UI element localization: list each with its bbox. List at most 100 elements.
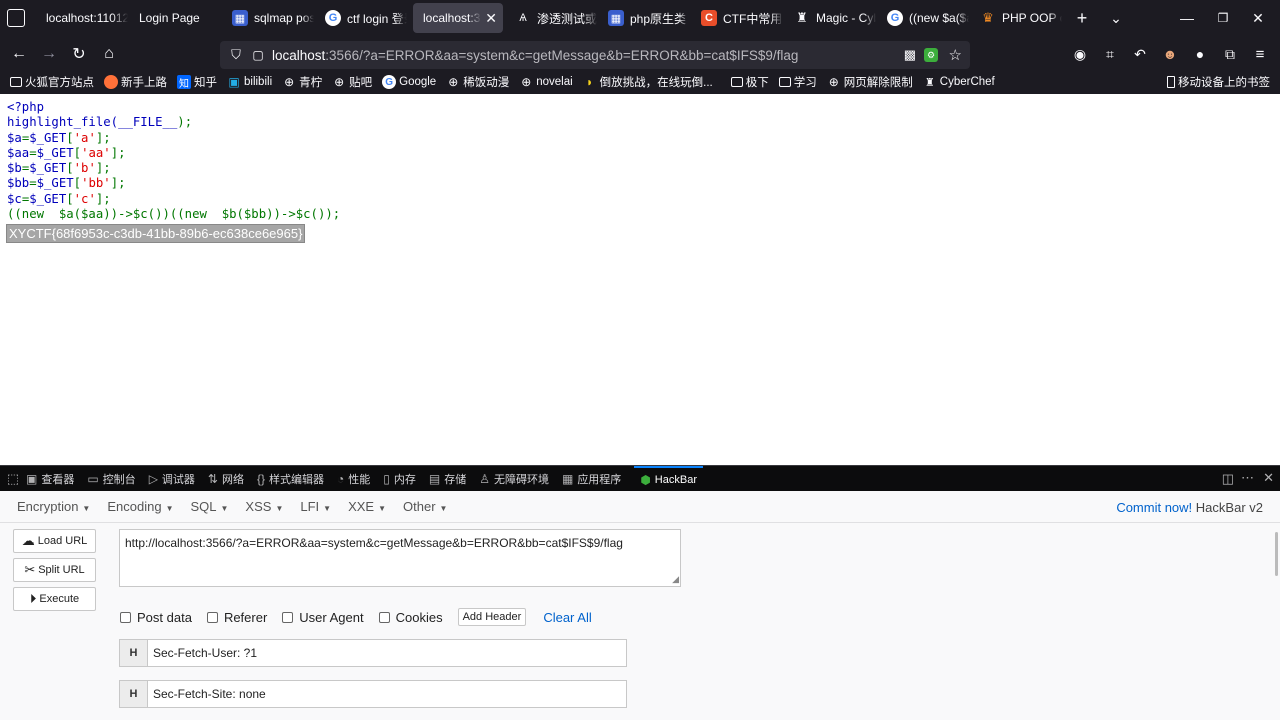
folder-icon	[10, 77, 22, 87]
qr-code-icon[interactable]: ▩	[904, 47, 916, 63]
header-row[interactable]: H Sec-Fetch-User: ?1	[119, 639, 627, 667]
new-tab-icon[interactable]: +	[1070, 6, 1094, 30]
account-icon[interactable]: ◉	[1068, 42, 1092, 66]
bookmark-xifan[interactable]: ⊕ 稀饭动漫	[446, 74, 509, 90]
page-info-icon[interactable]: ▢	[248, 48, 268, 62]
user-agent-checkbox[interactable]: User Agent	[282, 610, 364, 625]
tab-label: 渗透测试或者	[537, 11, 597, 26]
bookmark-google[interactable]: G Google	[382, 75, 436, 89]
url-textarea-value: http://localhost:3566/?a=ERROR&aa=system…	[125, 536, 623, 550]
element-picker-icon[interactable]: ⬚	[0, 471, 26, 487]
extensions-puzzle-icon[interactable]: ⧉	[1218, 42, 1242, 66]
menu-encryption[interactable]: Encryption ▼	[17, 499, 90, 514]
forward-arrow-icon[interactable]: →	[37, 42, 61, 66]
extension-avatar-icon[interactable]: ☻	[1158, 42, 1182, 66]
menu-lfi[interactable]: LFI ▼	[300, 499, 331, 514]
resize-handle-icon[interactable]: ◢	[672, 574, 679, 585]
add-header-button[interactable]: Add Header	[457, 608, 527, 626]
menu-sql[interactable]: SQL ▼	[190, 499, 228, 514]
tab-ctf-login[interactable]: G ctf login 登录	[315, 3, 407, 33]
tab-login-page[interactable]: Login Page	[129, 3, 221, 33]
address-bar[interactable]: ⛉ ▢ localhost:3566/?a=ERROR&aa=system&c=…	[220, 41, 970, 69]
dock-side-icon[interactable]: ◫	[1222, 471, 1234, 487]
tab-overflow-chevron-icon[interactable]: ⌄	[1104, 6, 1128, 30]
devtools-tab-console[interactable]: ▭ 控制台	[87, 471, 135, 487]
tab-list-icon[interactable]	[7, 9, 25, 27]
bookmark-jixia[interactable]: 极下	[730, 74, 769, 90]
devtools-tab-inspector[interactable]: ▣ 查看器	[26, 471, 74, 487]
devtools-tab-debugger[interactable]: ▷ 调试器	[149, 471, 195, 487]
more-options-icon[interactable]: ⋯	[1241, 470, 1254, 486]
hackbar-panel: Encryption ▼ Encoding ▼ SQL ▼ XSS ▼ LFI ▼ XXE…	[0, 491, 1280, 720]
extension-circle-icon[interactable]: ●	[1188, 42, 1212, 66]
screenshot-crop-icon[interactable]: ⌗	[1098, 42, 1122, 66]
play-circle-icon: ⏵	[29, 591, 37, 606]
post-data-checkbox[interactable]: Post data	[120, 610, 192, 625]
bookmark-mobile[interactable]: 移动设备上的书签	[1167, 74, 1270, 90]
header-row[interactable]: H Sec-Fetch-Site: none	[119, 680, 627, 708]
undo-arrow-icon[interactable]: ↶	[1128, 42, 1152, 66]
cookies-checkbox[interactable]: Cookies	[378, 610, 443, 625]
caret-down-icon: ▼	[220, 504, 229, 513]
bookmark-bilibili[interactable]: ▣ bilibili	[227, 75, 272, 89]
devtools-tab-style-editor[interactable]: {} 样式编辑器	[257, 471, 324, 487]
referer-checkbox[interactable]: Referer	[206, 610, 267, 625]
reload-icon[interactable]: ↻	[67, 42, 91, 66]
devtools-tab-hackbar[interactable]: ⬢ HackBar	[634, 465, 703, 492]
menu-xss[interactable]: XSS ▼	[245, 499, 283, 514]
bookmark-getting-started[interactable]: 新手上路	[104, 74, 167, 90]
execute-button[interactable]: ⏵ Execute	[13, 587, 96, 611]
devtools-tab-application[interactable]: ▦ 应用程序	[562, 471, 621, 487]
bookmark-star-icon[interactable]: ☆	[949, 46, 962, 64]
tab-localhost-3566[interactable]: localhost:3566 ✕	[413, 3, 503, 33]
url-textarea[interactable]: http://localhost:3566/?a=ERROR&aa=system…	[119, 529, 681, 587]
bookmark-novelai[interactable]: ⊕ novelai	[519, 75, 572, 89]
tab-localhost-11012[interactable]: localhost:11012	[36, 3, 128, 33]
caret-down-icon: ▼	[378, 504, 387, 513]
bookmark-tieba[interactable]: ⊕ 贴吧	[332, 74, 372, 90]
tab-ctf-common[interactable]: C CTF中常用的	[691, 3, 783, 33]
bookmark-firefox-site[interactable]: 火狐官方站点	[10, 74, 94, 90]
load-url-button[interactable]: ☁ Load URL	[13, 529, 96, 553]
devtools-tab-network[interactable]: ⇅ 网络	[208, 471, 244, 487]
menu-xxe[interactable]: XXE ▼	[348, 499, 386, 514]
restore-icon[interactable]: ❐	[1211, 6, 1235, 30]
bookmark-zhihu[interactable]: 知知乎	[177, 74, 217, 90]
back-arrow-icon[interactable]: ←	[7, 42, 31, 66]
tab-php-oop[interactable]: ♛ PHP OOP cl	[970, 3, 1062, 33]
bookmark-cyberchef[interactable]: ♜ CyberChef	[923, 75, 995, 89]
menu-other[interactable]: Other ▼	[403, 499, 447, 514]
extension-badge-icon[interactable]: ⚙	[924, 48, 938, 62]
close-window-icon[interactable]: ✕	[1246, 6, 1270, 30]
code-line: <?php	[7, 100, 45, 114]
shield-icon[interactable]: ⛉	[224, 47, 248, 63]
tab-new-a[interactable]: G ((new $a($a	[877, 3, 969, 33]
tab-sqlmap[interactable]: ▦ sqlmap post	[222, 3, 314, 33]
commit-now-link[interactable]: Commit now!	[1116, 500, 1192, 515]
tab-cyberchef[interactable]: ♜ Magic - Cyb	[784, 3, 876, 33]
hackbar-scrollbar[interactable]	[1275, 532, 1278, 576]
clear-all-link[interactable]: Clear All	[543, 610, 591, 625]
split-url-button[interactable]: ✂ Split URL	[13, 558, 96, 582]
bookmark-qingning[interactable]: ⊕ 青柠	[282, 74, 322, 90]
menu-encoding[interactable]: Encoding ▼	[107, 499, 173, 514]
tab-php-native[interactable]: ▦ php原生类 c	[598, 3, 690, 33]
close-tab-icon[interactable]: ✕	[485, 10, 497, 27]
close-devtools-icon[interactable]: ✕	[1263, 470, 1274, 486]
hackbar-icon: ⬢	[640, 472, 651, 487]
bookmark-study[interactable]: 学习	[778, 74, 817, 90]
devtools-tab-storage[interactable]: ▤ 存储	[429, 471, 466, 487]
tab-pentest[interactable]: Ѧ 渗透测试或者	[505, 3, 597, 33]
bookmark-unlock-page[interactable]: ⊕ 网页解除限制	[827, 74, 913, 90]
menu-hamburger-icon[interactable]: ≡	[1248, 42, 1272, 66]
bookmark-reverse-challenge[interactable]: ◗ 倒放挑战，在线玩倒...	[583, 74, 713, 90]
devtools-tab-accessibility[interactable]: ♙ 无障碍环境	[479, 471, 549, 487]
devtools-tab-memory[interactable]: ▯ 内存	[383, 471, 416, 487]
php-icon: ▦	[608, 10, 624, 26]
devtools-tab-performance[interactable]: ◔ 性能	[337, 471, 370, 487]
home-icon[interactable]: ⌂	[97, 42, 121, 66]
globe-icon: ⊕	[828, 75, 839, 89]
google-icon: G	[887, 10, 903, 26]
minimize-icon[interactable]: —	[1175, 6, 1199, 30]
network-icon: ⇅	[207, 471, 218, 486]
